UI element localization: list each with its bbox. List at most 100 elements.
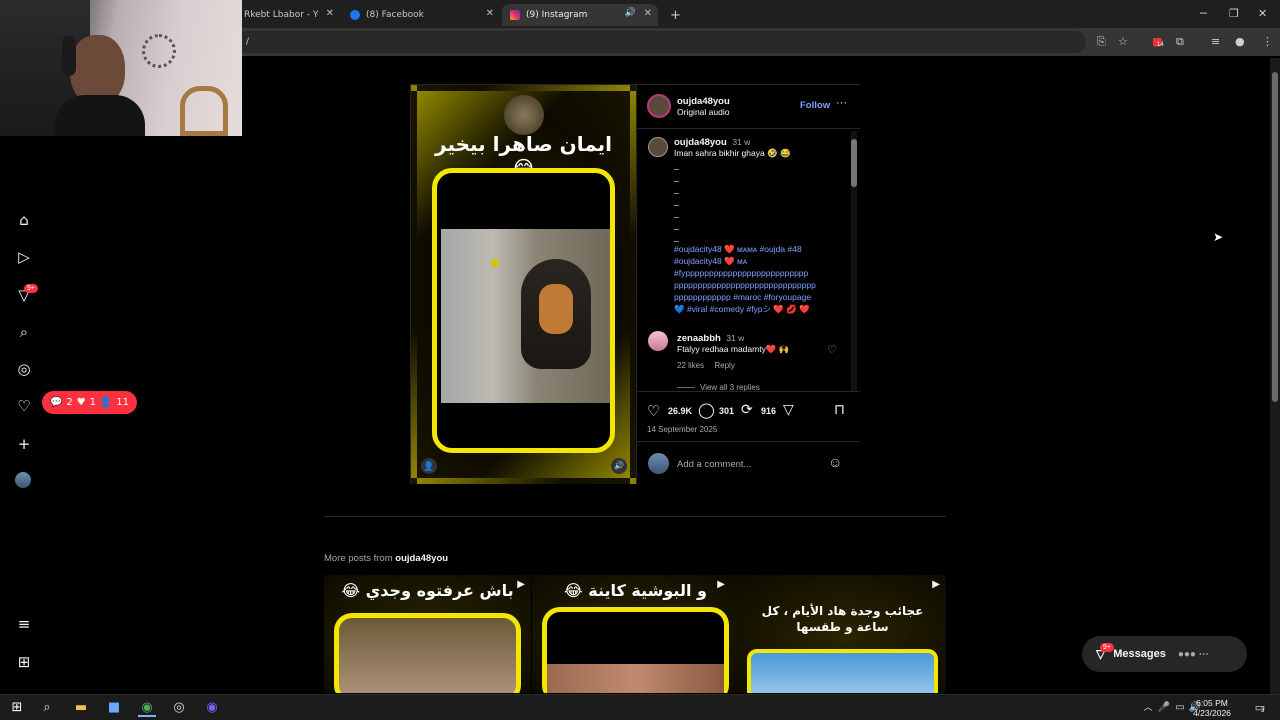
- follow-button[interactable]: Follow: [800, 100, 830, 111]
- tab-facebook[interactable]: (8) Facebook ✕: [342, 4, 500, 26]
- reel-portrait: [504, 95, 544, 135]
- like-heart-icon[interactable]: ♡: [647, 402, 660, 420]
- more-post-thumb[interactable]: و البوشية كاينة 😂 ▶: [532, 575, 739, 693]
- close-tab-icon[interactable]: ✕: [326, 8, 334, 19]
- reply-button[interactable]: Reply: [714, 361, 734, 370]
- comment-text: Ftalyy redhaa madamty❤️ 🙌: [677, 344, 790, 354]
- extensions-puzzle-icon[interactable]: ⧉: [1176, 35, 1184, 49]
- messages-button[interactable]: ▽ Messages ●●● ⋯: [1082, 636, 1247, 672]
- comments-scrollbar[interactable]: [851, 131, 857, 391]
- menu-kebab-icon[interactable]: ⋮: [1262, 35, 1273, 48]
- comment-likes[interactable]: 22 likes: [677, 361, 704, 370]
- tab-instagram[interactable]: (9) Instagram 🔊 ✕: [502, 4, 658, 26]
- messages-avatars: ●●● ⋯: [1177, 648, 1209, 660]
- messages-label: Messages: [1113, 648, 1166, 660]
- ball: [491, 259, 499, 267]
- caption-hashtags[interactable]: #oujdacity48 ❤️ ᴍᴀᴍᴀ #oujda #48 #oujdaci…: [674, 243, 854, 315]
- more-post-thumb[interactable]: عجائب وجدة هاد الأيام ، كل ساعة و طقسها …: [739, 575, 946, 693]
- add-comment-input[interactable]: Add a comment...: [677, 459, 751, 470]
- reel-icon: ▶: [932, 579, 940, 590]
- more-options-icon[interactable]: ···: [836, 97, 847, 109]
- comment-time: 31 w: [726, 333, 745, 343]
- profile-avatar-icon[interactable]: ●: [1235, 35, 1245, 48]
- comments-count: 301: [719, 406, 735, 416]
- tagged-people-icon[interactable]: 👤: [421, 458, 437, 474]
- my-avatar: [648, 453, 669, 474]
- tab-label: (9) Instagram: [526, 10, 588, 20]
- caption-text: Iman sahra bikhir ghaya 🤣 😂: [674, 148, 791, 158]
- media-control-icon[interactable]: ≡: [1211, 35, 1220, 48]
- chrome-icon[interactable]: ◉: [138, 699, 156, 717]
- profile-avatar-icon[interactable]: [15, 472, 31, 488]
- more-posts-heading: More posts from oujda48you: [324, 553, 449, 564]
- messages-badge: 9+: [1100, 643, 1114, 652]
- notification-count: 3: [1261, 708, 1265, 714]
- comment-bubble-icon[interactable]: ◯: [698, 401, 715, 419]
- page-scrollbar[interactable]: [1270, 58, 1280, 694]
- reels-icon[interactable]: ▷: [15, 248, 33, 266]
- more-posts-username[interactable]: oujda48you: [395, 553, 448, 564]
- close-tab-icon[interactable]: ✕: [486, 8, 494, 19]
- repost-icon[interactable]: ⟳: [741, 401, 753, 418]
- restore-icon[interactable]: ❐: [1229, 7, 1239, 20]
- address-bar[interactable]: /: [236, 31, 1086, 53]
- notification-center-icon[interactable]: ▭: [1251, 699, 1269, 717]
- view-replies-button[interactable]: View all 3 replies: [677, 382, 760, 391]
- thumb-title: و البوشية كاينة 😂: [564, 581, 707, 600]
- save-bookmark-icon[interactable]: ⊓: [834, 401, 845, 418]
- speaker-icon[interactable]: 🔊: [625, 8, 636, 18]
- author-avatar[interactable]: [647, 94, 671, 118]
- more-menu-icon[interactable]: ≡: [15, 615, 33, 633]
- share-icon[interactable]: ▽: [783, 401, 794, 418]
- tab-youtube[interactable]: Rkebt Lbabor - YouTu ✕: [236, 4, 340, 26]
- more-post-thumb[interactable]: باش عرفتوه وجدي 😂 ▶: [324, 575, 531, 693]
- notifications-heart-icon[interactable]: ♡: [15, 397, 33, 415]
- emoji-icon[interactable]: ☺: [828, 454, 842, 470]
- caption-avatar[interactable]: [648, 137, 668, 157]
- heart-icon: ♥: [76, 397, 86, 408]
- divider: [637, 391, 860, 392]
- dog-face: [539, 284, 573, 334]
- system-clock[interactable]: 6:05 PM 4/23/2026: [1182, 698, 1242, 718]
- install-app-icon[interactable]: ⎘: [1097, 35, 1106, 49]
- tab-label: Rkebt Lbabor - YouTu: [244, 10, 318, 20]
- mouse-cursor-icon: ➤: [1213, 230, 1224, 244]
- comment-like-icon[interactable]: ♡: [827, 343, 837, 356]
- comments-section: oujda48you 31 w Iman sahra bikhir ghaya …: [637, 129, 860, 391]
- close-tab-icon[interactable]: ✕: [644, 8, 652, 19]
- home-icon[interactable]: ⌂: [15, 211, 33, 229]
- file-explorer-icon[interactable]: ▬: [72, 699, 90, 717]
- thumb-frame: [542, 607, 729, 693]
- create-plus-icon[interactable]: +: [15, 435, 33, 453]
- new-tab-button[interactable]: +: [662, 4, 682, 26]
- commenter-avatar[interactable]: [648, 331, 668, 351]
- comment-count: 2: [66, 397, 73, 408]
- notification-badge: 9+: [24, 284, 38, 293]
- windows-taskbar: ⊞ ⌕ ▬ ■ ◉ ◎ ◉ ︿ 🎤 ▭ 🔊 6:05 PM 4/23/2026 …: [0, 694, 1280, 720]
- url-text: /: [246, 37, 250, 47]
- caption-time: 31 w: [732, 137, 751, 147]
- likes-count[interactable]: 26.9K: [668, 406, 692, 416]
- search-icon[interactable]: ⌕: [15, 323, 33, 341]
- activity-notification-pill[interactable]: 💬 2 ♥ 1 👤 11: [42, 391, 137, 414]
- audio-label[interactable]: Original audio: [677, 106, 729, 118]
- reel-icon: ▶: [717, 579, 725, 590]
- divider: [637, 441, 860, 442]
- minimize-icon[interactable]: ─: [1200, 7, 1207, 20]
- app-icon[interactable]: ◉: [203, 699, 221, 717]
- reel-video[interactable]: ايمان صاهرا بيخير 😂 👤 🔊: [411, 85, 636, 484]
- close-window-icon[interactable]: ✕: [1258, 7, 1267, 20]
- explore-compass-icon[interactable]: ◎: [15, 360, 33, 378]
- store-icon[interactable]: ■: [105, 699, 123, 717]
- sound-icon[interactable]: 🔊: [611, 458, 627, 474]
- post-date: 14 September 2025: [647, 425, 718, 434]
- also-from-meta-icon[interactable]: ⊞: [15, 653, 33, 671]
- search-icon[interactable]: ⌕: [38, 699, 56, 717]
- reel-icon: ▶: [517, 579, 525, 590]
- bookmark-star-icon[interactable]: ☆: [1118, 35, 1128, 48]
- post-card: ايمان صاهرا بيخير 😂 👤 🔊 oujda48you Origi…: [410, 84, 860, 484]
- windows-start-icon[interactable]: ⊞: [8, 699, 26, 717]
- instagram-icon: [510, 10, 520, 20]
- like-count: 1: [89, 397, 96, 408]
- obs-icon[interactable]: ◎: [170, 699, 188, 717]
